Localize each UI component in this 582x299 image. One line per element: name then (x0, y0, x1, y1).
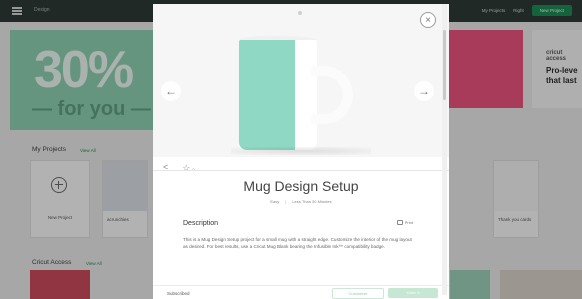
project-title: Mug Design Setup (243, 178, 359, 194)
project-modal: ← → × < ☆0 Mug Design Setup Easy | Less Th… (153, 4, 449, 299)
close-icon[interactable]: × (420, 12, 436, 28)
divider (153, 170, 449, 171)
star-icon[interactable]: ☆ (182, 163, 190, 173)
description-text: This is a Mug Design Setup project for a… (183, 237, 412, 249)
project-meta: Easy | Less Than 30 Minutes (153, 199, 449, 204)
mug-shadow (231, 147, 371, 155)
favorite-group[interactable]: ☆0 (182, 158, 194, 176)
print-icon (396, 220, 403, 225)
action-row: < ☆0 (163, 158, 195, 176)
meta-separator: | (285, 199, 287, 204)
mug-handle (311, 66, 353, 124)
modal-scrollbar[interactable] (442, 4, 447, 295)
print-button[interactable]: Print (396, 220, 413, 225)
print-label: Print (404, 220, 413, 225)
description-heading: Description (183, 220, 219, 227)
customize-button[interactable]: Customize (332, 288, 384, 299)
modal-footer: Subscribed Customize Make It (153, 285, 449, 299)
carousel-dot[interactable] (298, 11, 302, 15)
arrow-right-icon[interactable]: → (414, 81, 434, 101)
difficulty-label: Easy (270, 199, 280, 204)
mug-stripe (239, 40, 295, 150)
scrollbar-thumb[interactable] (443, 30, 446, 100)
subscription-status: Subscribed (167, 291, 190, 296)
arrow-left-icon[interactable]: ← (161, 81, 181, 101)
time-label: Less Than 30 Minutes (292, 199, 332, 204)
hero-image (153, 4, 449, 157)
make-it-button[interactable]: Make It (388, 288, 438, 298)
